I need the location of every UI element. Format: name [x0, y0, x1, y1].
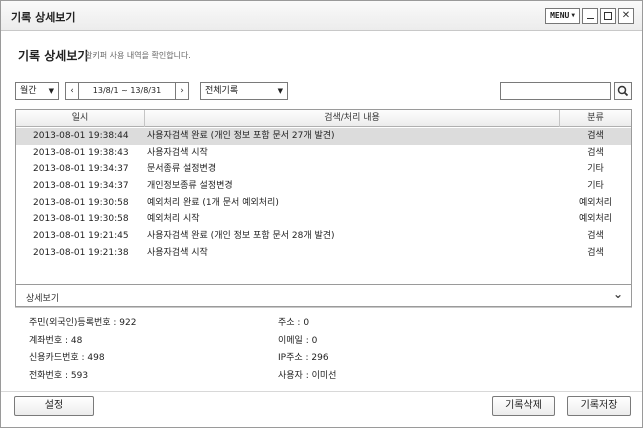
minimize-button[interactable]	[582, 8, 598, 24]
record-detail-window: 기록 상세보기 MENU ▼ ✕ 기록 상세보기 알키퍼 사용 내역을 확인합니…	[0, 0, 643, 428]
column-header-category[interactable]: 분류	[560, 110, 631, 127]
table-row[interactable]: 2013-08-01 19:30:58 예외처리 완료 (1개 문서 예외처리)…	[16, 195, 631, 212]
table-header: 일시 검색/처리 내용 분류	[16, 110, 631, 127]
row-date: 2013-08-01 19:38:43	[33, 147, 129, 158]
category-select[interactable]: 전체기록 ▼	[200, 82, 288, 100]
detail-panel-header[interactable]: 상세보기 ⌄	[15, 285, 632, 307]
row-date: 2013-08-01 19:38:44	[33, 131, 129, 141]
chevron-right-icon: ›	[180, 86, 184, 96]
row-category: 검색	[587, 147, 604, 158]
row-content: 예외처리 완료 (1개 문서 예외처리)	[147, 197, 279, 208]
row-date: 2013-08-01 19:21:45	[33, 231, 129, 242]
row-category: 예외처리	[578, 214, 613, 225]
caret-down-icon: ▼	[571, 12, 575, 19]
page-title: 기록 상세보기	[18, 49, 89, 63]
close-button[interactable]: ✕	[618, 8, 634, 24]
caret-down-icon: ▼	[48, 87, 54, 95]
period-value: 월간	[20, 86, 37, 96]
settings-button[interactable]: 설정	[14, 396, 94, 416]
table-row[interactable]: 2013-08-01 19:34:37 개인정보종류 설정변경 기타	[16, 178, 631, 195]
next-period-button[interactable]: ›	[175, 82, 189, 100]
row-content: 문서종류 설정변경	[147, 164, 217, 175]
menu-label: MENU	[550, 11, 570, 20]
row-date: 2013-08-01 19:30:58	[33, 214, 129, 225]
window-title: 기록 상세보기	[11, 11, 76, 24]
table-row[interactable]: 2013-08-01 19:38:43 사용자검색 시작 검색	[16, 145, 631, 162]
row-date: 2013-08-01 19:34:37	[33, 164, 129, 175]
delete-records-button[interactable]: 기록삭제	[492, 396, 555, 416]
caret-down-icon: ▼	[277, 87, 283, 95]
chevron-down-icon[interactable]: ⌄	[613, 287, 623, 301]
prev-period-button[interactable]: ‹	[65, 82, 79, 100]
row-content: 개인정보종류 설정변경	[147, 181, 233, 192]
page-subtitle: 알키퍼 사용 내역을 확인합니다.	[85, 51, 191, 60]
search-icon	[617, 85, 629, 97]
category-value: 전체기록	[205, 86, 239, 96]
menu-button[interactable]: MENU ▼	[545, 8, 580, 24]
row-content: 사용자검색 시작	[147, 147, 208, 158]
maximize-button[interactable]	[600, 8, 616, 24]
row-category: 검색	[587, 131, 604, 141]
table-row[interactable]: 2013-08-01 19:30:58 예외처리 시작 예외처리	[16, 211, 631, 228]
save-records-button[interactable]: 기록저장	[567, 396, 631, 416]
detail-user: 사용자 : 이미선	[278, 371, 337, 381]
table-row[interactable]: 2013-08-01 19:21:38 사용자검색 시작 검색	[16, 245, 631, 262]
table-body: 2013-08-01 19:38:44 사용자검색 완료 (개인 정보 포함 문…	[16, 128, 631, 262]
title-bar[interactable]: 기록 상세보기 MENU ▼ ✕	[1, 1, 642, 31]
table-row[interactable]: 2013-08-01 19:34:37 문서종류 설정변경 기타	[16, 161, 631, 178]
row-content: 사용자검색 완료 (개인 정보 포함 문서 27개 발견)	[147, 131, 335, 141]
row-category: 기타	[587, 181, 604, 192]
row-content: 사용자검색 완료 (개인 정보 포함 문서 28개 발견)	[147, 231, 335, 242]
chevron-left-icon: ‹	[70, 86, 74, 96]
minimize-icon	[587, 17, 594, 19]
row-date: 2013-08-01 19:30:58	[33, 197, 129, 208]
detail-phone: 전화번호 : 593	[29, 371, 89, 381]
detail-email: 이메일 : 0	[278, 336, 318, 346]
search-input[interactable]	[500, 82, 611, 100]
row-date: 2013-08-01 19:34:37	[33, 181, 129, 192]
period-select[interactable]: 월간 ▼	[15, 82, 59, 100]
row-category: 예외처리	[578, 197, 613, 208]
divider	[15, 307, 632, 308]
row-content: 사용자검색 시작	[147, 247, 208, 258]
date-range: 13/8/1 ~ 13/8/31	[79, 82, 175, 100]
detail-resident-id: 주민(외국인)등록번호 : 922	[29, 318, 137, 328]
window-controls: MENU ▼ ✕	[545, 8, 634, 24]
close-icon: ✕	[621, 10, 631, 21]
detail-account: 계좌번호 : 48	[29, 336, 83, 346]
detail-ip: IP주소 : 296	[278, 353, 329, 363]
column-header-date[interactable]: 일시	[16, 110, 145, 127]
row-date: 2013-08-01 19:21:38	[33, 247, 129, 258]
row-category: 검색	[587, 231, 604, 242]
maximize-icon	[604, 12, 612, 20]
detail-address: 주소 : 0	[278, 318, 310, 328]
column-header-content[interactable]: 검색/처리 내용	[145, 110, 560, 127]
search-button[interactable]	[614, 82, 632, 100]
row-category: 기타	[587, 164, 604, 175]
detail-credit-card: 신용카드번호 : 498	[29, 353, 105, 363]
table-row[interactable]: 2013-08-01 19:21:45 사용자검색 완료 (개인 정보 포함 문…	[16, 228, 631, 245]
row-category: 검색	[587, 247, 604, 258]
record-table: 일시 검색/처리 내용 분류 2013-08-01 19:38:44 사용자검색…	[15, 109, 632, 285]
divider	[1, 391, 642, 392]
row-content: 예외처리 시작	[147, 214, 200, 225]
detail-title: 상세보기	[26, 294, 60, 304]
table-row[interactable]: 2013-08-01 19:38:44 사용자검색 완료 (개인 정보 포함 문…	[16, 128, 631, 145]
